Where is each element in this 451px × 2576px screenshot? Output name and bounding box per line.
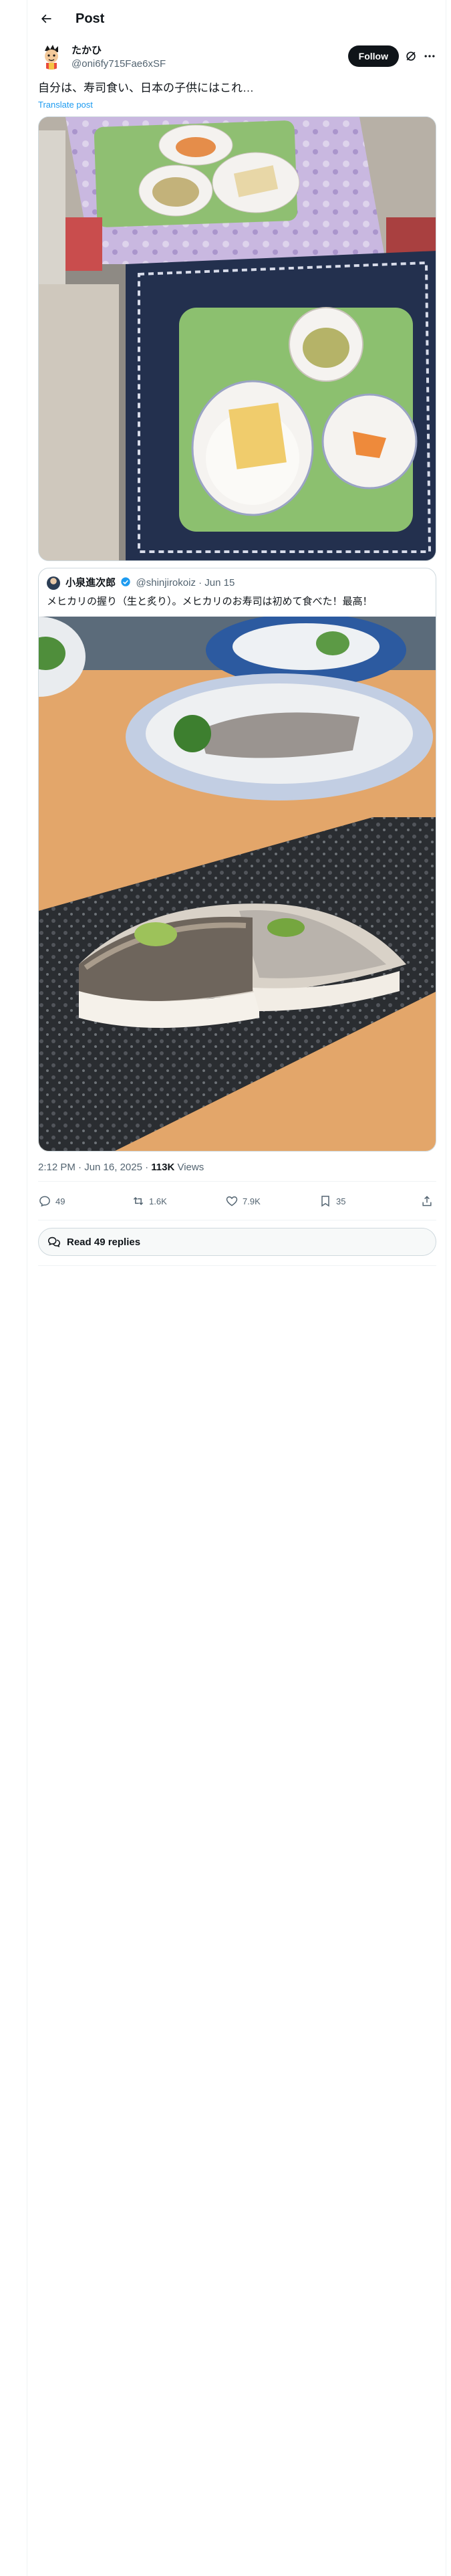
quote-avatar bbox=[47, 576, 60, 590]
quoted-post[interactable]: 小泉進次郎 @shinjirokoiz · Jun 15 メヒカリの握り（生と炙… bbox=[38, 568, 436, 1152]
views-label: Views bbox=[174, 1162, 204, 1173]
bookmark-button[interactable]: 35 bbox=[319, 1193, 345, 1209]
action-bar: 49 1.6K 7.9K 35 bbox=[38, 1185, 436, 1217]
share-icon bbox=[422, 1196, 432, 1206]
views-count: 113K bbox=[151, 1162, 175, 1173]
share-button[interactable] bbox=[420, 1193, 438, 1209]
translate-link[interactable]: Translate post bbox=[38, 99, 93, 111]
follow-button[interactable]: Follow bbox=[347, 45, 399, 67]
reply-icon bbox=[39, 1196, 50, 1207]
repost-count: 1.6K bbox=[149, 1196, 167, 1206]
quote-date: Jun 15 bbox=[204, 577, 235, 588]
reply-count: 49 bbox=[55, 1196, 65, 1206]
quote-separator: · bbox=[198, 577, 202, 588]
back-arrow-icon bbox=[41, 14, 51, 23]
reply-button[interactable]: 49 bbox=[38, 1193, 65, 1209]
page-header: Post bbox=[27, 0, 446, 37]
quote-author-handle: @shinjirokoiz bbox=[136, 577, 196, 588]
divider bbox=[38, 1265, 436, 1266]
repost-button[interactable]: 1.6K bbox=[132, 1193, 167, 1209]
bookmark-icon bbox=[321, 1196, 329, 1207]
quote-photo[interactable] bbox=[39, 613, 436, 1151]
back-button[interactable] bbox=[37, 9, 55, 28]
author-name[interactable]: たかひ bbox=[71, 44, 102, 58]
quote-text: メヒカリの握り（生と炙り）。メヒカリのお寿司は初めて食べた！最高！ bbox=[47, 596, 373, 607]
post-author: たかひ @oni6fy715Fae6xSF Follow bbox=[38, 43, 436, 75]
like-button[interactable]: 7.9K bbox=[225, 1193, 261, 1209]
avatar[interactable] bbox=[38, 43, 65, 70]
like-count: 7.9K bbox=[243, 1196, 261, 1206]
more-icon[interactable] bbox=[423, 49, 436, 63]
read-replies-button[interactable]: Read 49 replies bbox=[38, 1228, 436, 1256]
grok-icon[interactable] bbox=[404, 49, 418, 63]
main-column: Post たかひ @oni6fy715Fae6xSF Follow 自分は、寿司… bbox=[27, 0, 446, 2576]
page-title: Post bbox=[76, 11, 105, 26]
post-photo[interactable] bbox=[38, 116, 436, 561]
quote-header: 小泉進次郎 @shinjirokoiz · Jun 15 bbox=[47, 576, 235, 590]
post-text: 自分は、寿司食い、日本の子供にはこれ… bbox=[38, 82, 254, 94]
read-replies-label: Read 49 replies bbox=[67, 1236, 141, 1248]
quote-author-name: 小泉進次郎 bbox=[65, 577, 116, 588]
author-handle[interactable]: @oni6fy715Fae6xSF bbox=[71, 58, 166, 71]
bookmark-count: 35 bbox=[336, 1196, 346, 1206]
like-icon bbox=[226, 1196, 238, 1206]
repost-icon bbox=[133, 1196, 144, 1206]
verified-icon bbox=[121, 577, 131, 586]
divider bbox=[38, 1181, 436, 1182]
post-time[interactable]: 2:12 PM · Jun 16, 2025 · bbox=[38, 1162, 151, 1173]
post-timestamp: 2:12 PM · Jun 16, 2025 · 113K Views bbox=[38, 1161, 204, 1174]
replies-bubble-icon bbox=[47, 1237, 61, 1248]
